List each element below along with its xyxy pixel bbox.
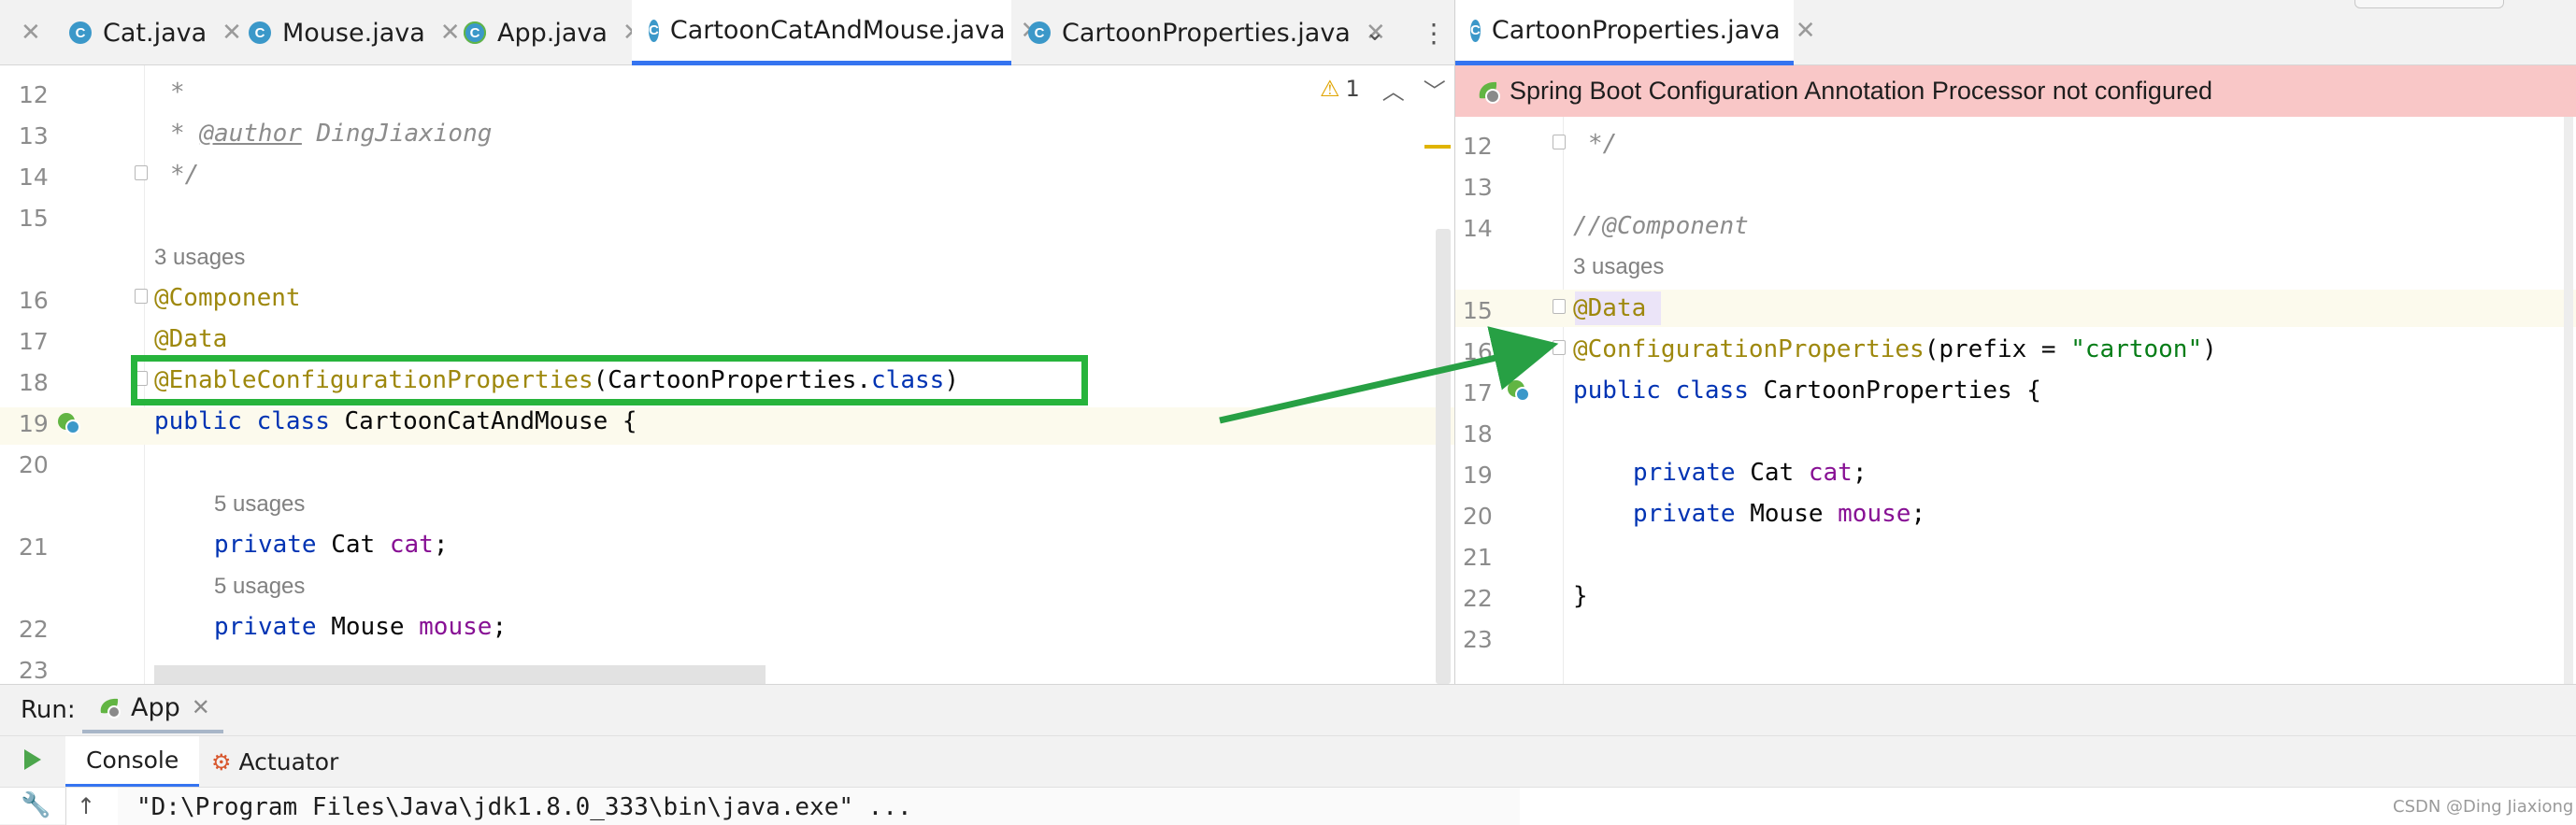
watermark: CSDN @Ding Jiaxiong (2393, 797, 2574, 817)
wrench-icon[interactable]: 🔧 (21, 791, 50, 819)
console-output[interactable]: 🔧 ↑ "D:\Program Files\Java\jdk1.8.0_333\… (0, 787, 2576, 825)
run-label: Run: (21, 696, 76, 724)
tab-label: Console (86, 747, 179, 774)
actuator-icon: ⚙ (211, 748, 232, 775)
tab-console[interactable]: Console (65, 736, 200, 788)
toolbar-divider (65, 788, 66, 825)
tab-actuator[interactable]: ⚙ Actuator (211, 736, 338, 788)
run-tool-window-header: Run: App ✕ (0, 684, 2576, 735)
console-output-line: "D:\Program Files\Java\jdk1.8.0_333\bin\… (136, 793, 912, 821)
tab-label: Actuator (238, 748, 339, 775)
scroll-up-icon[interactable]: ↑ (77, 793, 95, 819)
spring-boot-icon (100, 698, 121, 718)
run-config-label: App (131, 692, 180, 722)
console-tab-bar: Console ⚙ Actuator (0, 735, 2576, 825)
run-config-tab[interactable]: App ✕ (82, 685, 223, 733)
rerun-button[interactable] (22, 747, 43, 775)
close-icon[interactable]: ✕ (192, 694, 210, 720)
play-icon[interactable] (22, 747, 43, 772)
